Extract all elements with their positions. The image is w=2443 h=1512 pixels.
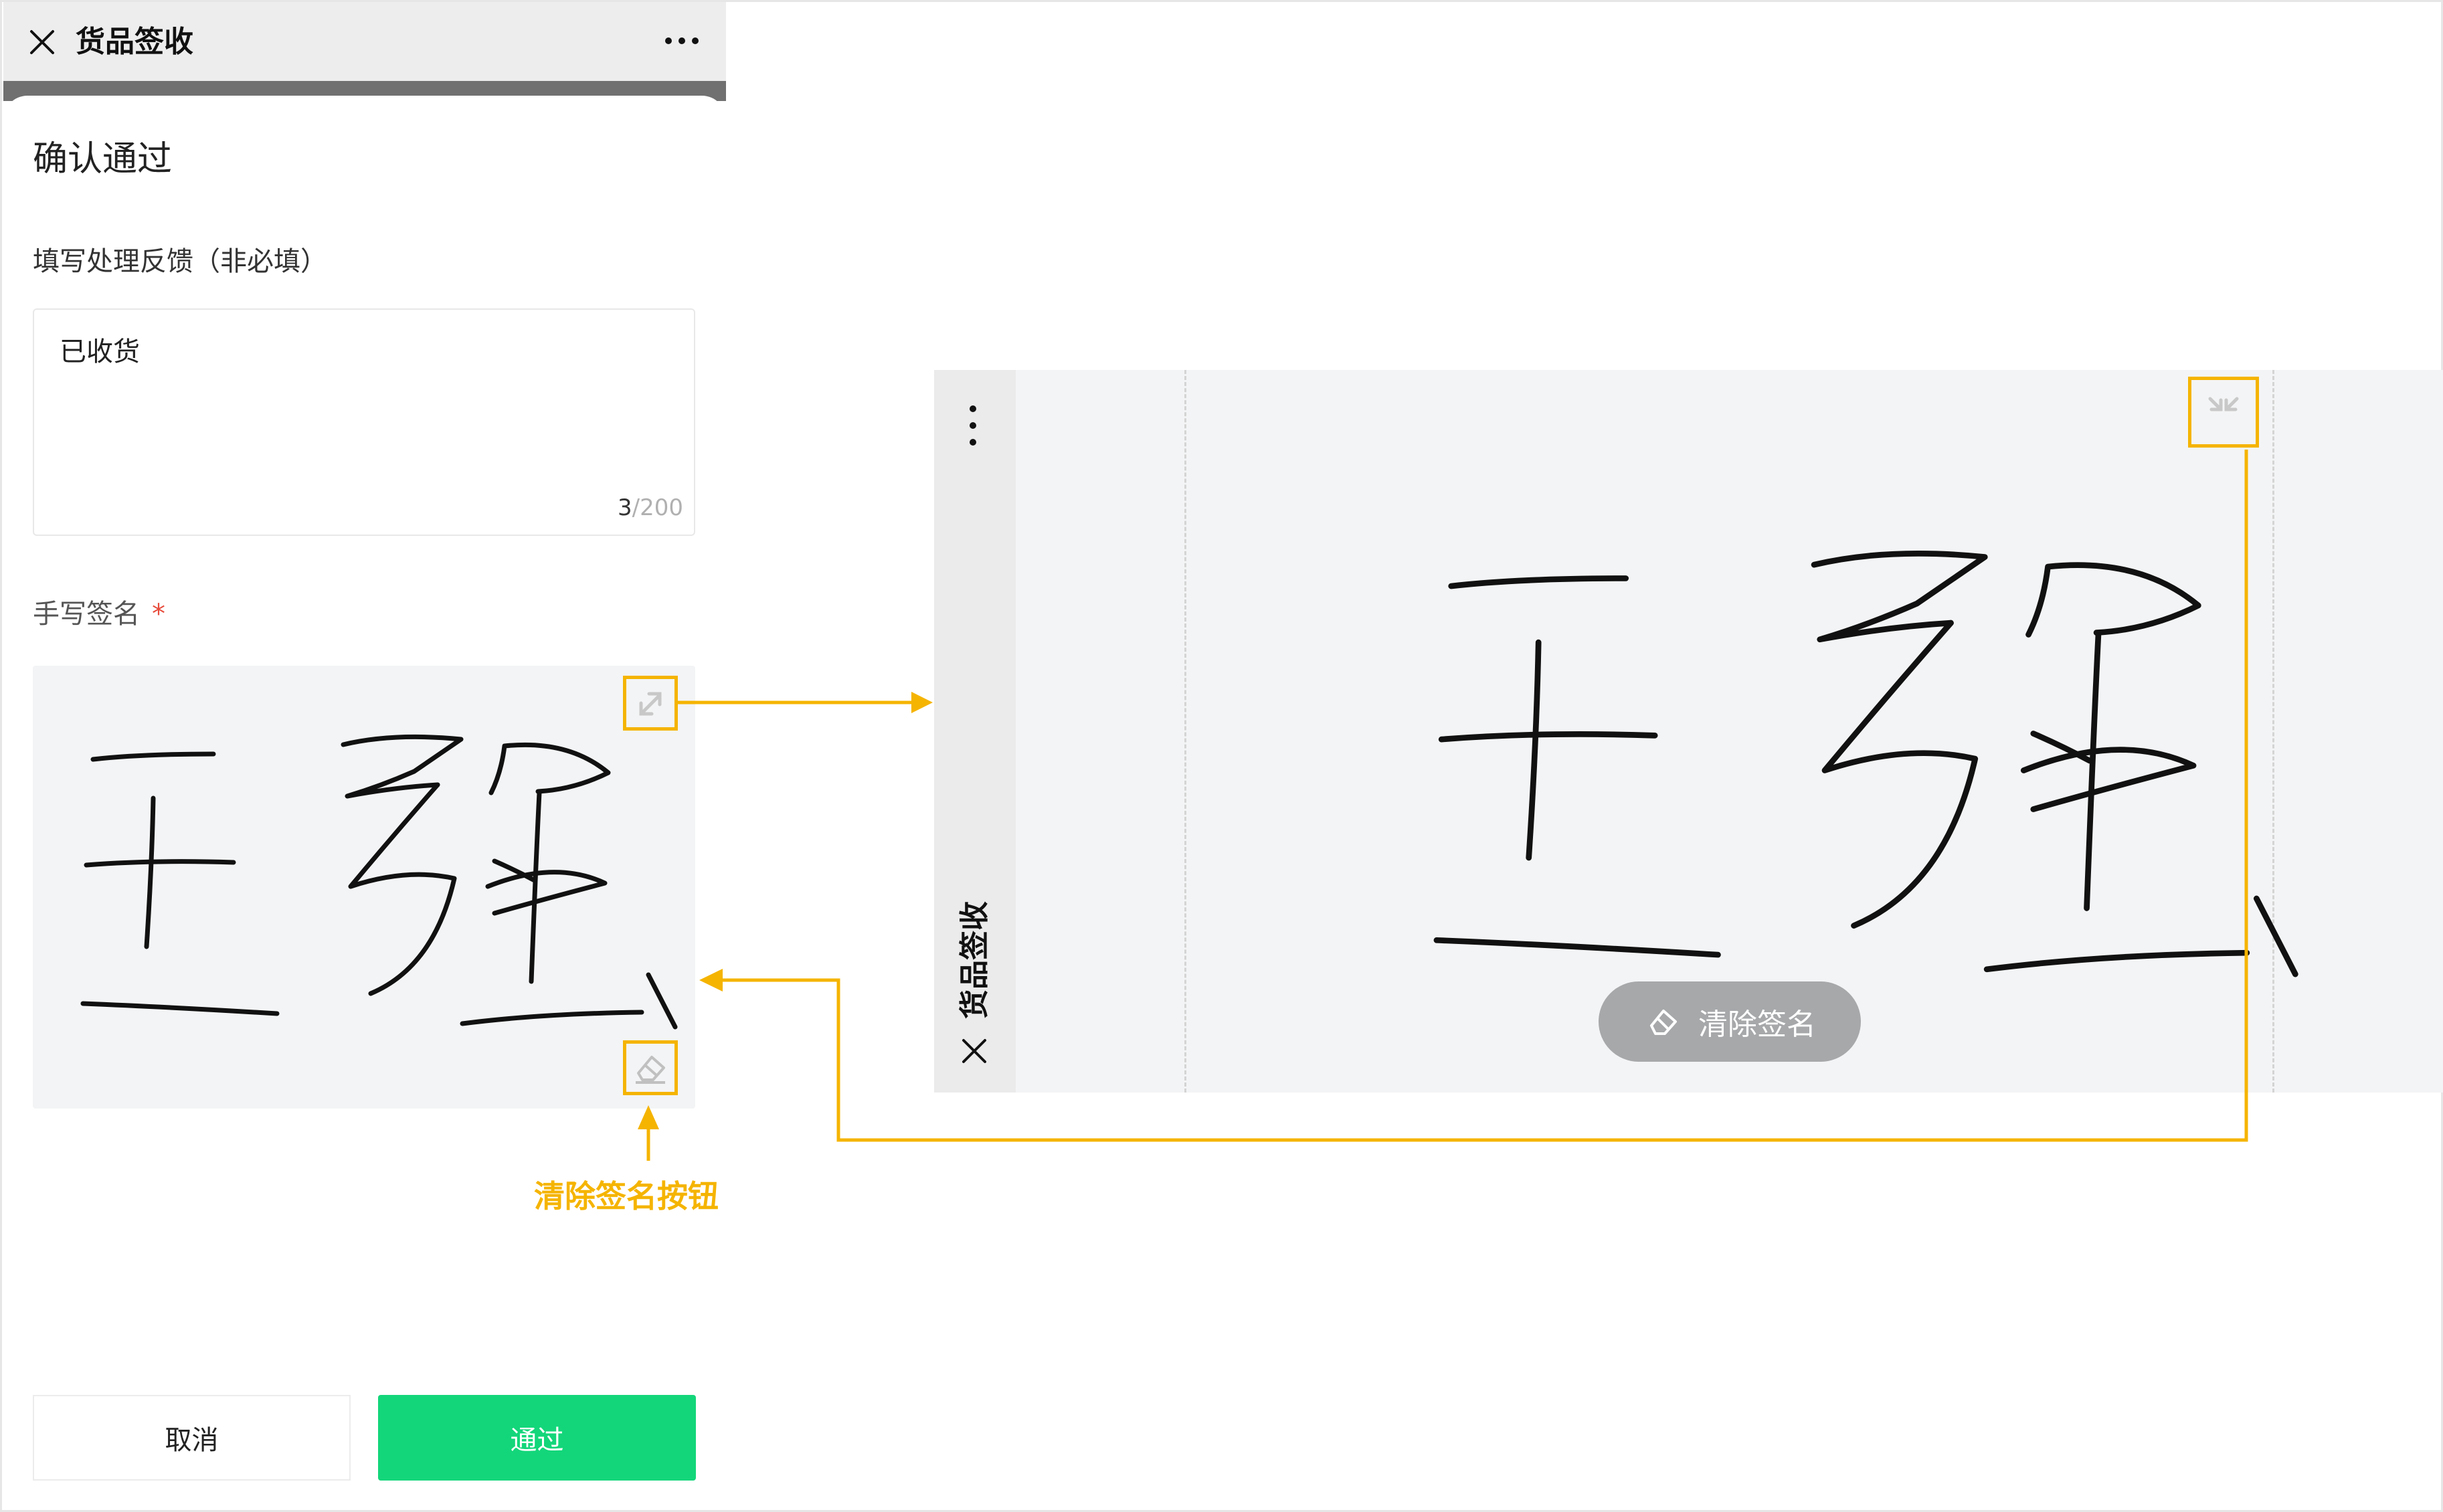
eraser-icon xyxy=(1643,1002,1684,1042)
signature-label-text: 手写签名 xyxy=(33,599,140,630)
landscape-nav-bar: 货品签收 xyxy=(934,370,1016,1093)
more-icon[interactable] xyxy=(663,27,701,54)
signature-pad[interactable] xyxy=(33,666,695,1109)
pass-button[interactable]: 通过 xyxy=(378,1395,696,1481)
pad-left-guide xyxy=(1184,370,1186,1093)
feedback-value: 已收货 xyxy=(60,337,140,367)
eraser-icon[interactable] xyxy=(623,1040,678,1095)
close-icon[interactable] xyxy=(29,29,56,56)
more-icon-vertical[interactable] xyxy=(960,402,986,449)
nav-bar: 货品签收 xyxy=(3,2,726,81)
signature-label: 手写签名 * xyxy=(33,592,165,631)
feedback-textarea[interactable]: 已收货 3/200 xyxy=(33,308,695,536)
collapse-icon[interactable] xyxy=(2188,377,2259,448)
phone-screen: 货品签收 确认通过 填写处理反馈（非必填） 已收货 3/200 手写签名 * 取… xyxy=(3,2,726,1508)
counter-max: /200 xyxy=(632,494,683,521)
clear-signature-label: 清除签名 xyxy=(1698,1008,1816,1042)
required-mark: * xyxy=(152,599,165,630)
clear-signature-button[interactable]: 清除签名 xyxy=(1599,981,1861,1062)
clear-button-annotation: 清除签名按钮 xyxy=(534,1178,719,1214)
expand-icon[interactable] xyxy=(623,676,678,731)
char-counter: 3/200 xyxy=(618,494,683,521)
confirm-sheet: 确认通过 填写处理反馈（非必填） 已收货 3/200 手写签名 * 取消 通过 xyxy=(3,96,726,1508)
counter-current: 3 xyxy=(618,494,632,521)
nav-title: 货品签收 xyxy=(76,25,193,59)
close-icon[interactable] xyxy=(961,1038,988,1064)
signature-strokes xyxy=(80,734,678,1030)
landscape-signature-view: 货品签收 清除签名 xyxy=(934,370,2443,1093)
cancel-button[interactable]: 取消 xyxy=(33,1395,351,1481)
feedback-label: 填写处理反馈（非必填） xyxy=(33,246,327,277)
sheet-title: 确认通过 xyxy=(33,139,173,179)
landscape-title: 货品签收 xyxy=(958,901,992,1019)
